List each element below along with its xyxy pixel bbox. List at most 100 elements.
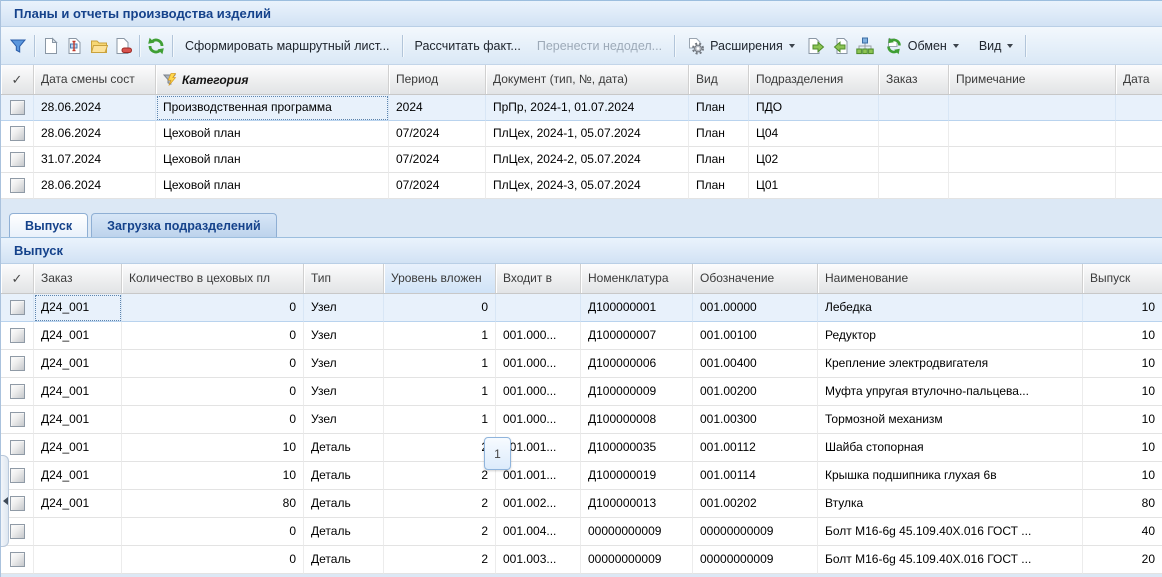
table-cell[interactable]: 10 <box>1083 434 1162 462</box>
table-cell[interactable]: Д100000007 <box>581 322 693 350</box>
table-cell[interactable]: Цеховой план <box>156 147 389 173</box>
table-row[interactable]: Д24_0010Узел1001.000...Д100000008001.003… <box>1 406 1162 434</box>
table-cell[interactable]: 07/2024 <box>389 147 486 173</box>
table-cell[interactable]: Ц04 <box>749 121 879 147</box>
table-cell[interactable] <box>949 121 1116 147</box>
table-row[interactable]: Д24_0010Узел1001.000...Д100000006001.004… <box>1 350 1162 378</box>
open-button[interactable] <box>87 33 111 59</box>
table-cell[interactable]: Крышка подшипника глухая 6в <box>818 462 1083 490</box>
exchange-button[interactable]: Обмен <box>877 33 967 59</box>
row-checkbox[interactable] <box>10 328 25 343</box>
table-cell[interactable]: 001.00202 <box>693 490 818 518</box>
table-cell[interactable]: 0 <box>122 322 304 350</box>
table-row[interactable]: Д24_0010Узел1001.000...Д100000009001.002… <box>1 378 1162 406</box>
table-cell[interactable] <box>1116 147 1162 173</box>
delete-document-button[interactable] <box>111 33 135 59</box>
table-cell[interactable]: 10 <box>1083 406 1162 434</box>
table-cell[interactable]: 001.004... <box>496 518 581 546</box>
table-cell[interactable]: Д24_001 <box>34 378 122 406</box>
column-header[interactable]: Дата <box>1116 65 1162 94</box>
filter-button[interactable] <box>6 33 30 59</box>
table-cell[interactable]: Д100000006 <box>581 350 693 378</box>
table-cell[interactable]: 001.00400 <box>693 350 818 378</box>
table-cell[interactable]: Муфта упругая втулочно-пальцева... <box>818 378 1083 406</box>
table-row[interactable]: 28.06.2024Цеховой план07/2024ПлЦех, 2024… <box>1 121 1162 147</box>
table-cell[interactable]: 001.000... <box>496 322 581 350</box>
table-cell[interactable]: Шайба стопорная <box>818 434 1083 462</box>
table-cell[interactable]: План <box>689 173 749 199</box>
table-cell[interactable]: Производственная программа <box>156 95 389 121</box>
table-row[interactable]: 0Деталь2001.003...0000000000900000000009… <box>1 546 1162 574</box>
table-cell[interactable] <box>1116 95 1162 121</box>
transfer-unfinished-button[interactable]: Перенести недодел... <box>529 33 670 59</box>
table-cell[interactable]: 2 <box>384 434 496 462</box>
table-cell[interactable]: 1 <box>384 378 496 406</box>
table-cell[interactable]: Тормозной механизм <box>818 406 1083 434</box>
table-cell[interactable] <box>879 173 949 199</box>
table-cell[interactable] <box>1116 173 1162 199</box>
table-cell[interactable]: 1 <box>384 350 496 378</box>
column-header[interactable]: Категория <box>156 65 389 94</box>
table-cell[interactable]: Д24_001 <box>34 462 122 490</box>
table-cell[interactable] <box>949 173 1116 199</box>
column-header[interactable]: Вид <box>689 65 749 94</box>
table-cell[interactable]: Втулка <box>818 490 1083 518</box>
table-cell[interactable]: Узел <box>304 378 384 406</box>
table-cell[interactable]: Д24_001 <box>34 350 122 378</box>
table-cell[interactable]: 2 <box>384 518 496 546</box>
table-row[interactable]: Д24_00110Деталь2001.001...Д100000019001.… <box>1 462 1162 490</box>
column-header[interactable]: Наименование <box>818 264 1083 293</box>
table-row[interactable]: 31.07.2024Цеховой план07/2024ПлЦех, 2024… <box>1 147 1162 173</box>
table-cell[interactable] <box>879 121 949 147</box>
table-cell[interactable]: ПлЦех, 2024-3, 05.07.2024 <box>486 173 689 199</box>
table-cell[interactable]: Болт М16-6g 45.109.40X.016 ГОСТ ... <box>818 518 1083 546</box>
column-header[interactable]: Количество в цеховых пл <box>122 264 304 293</box>
table-cell[interactable] <box>34 546 122 574</box>
table-cell[interactable]: Д24_001 <box>34 322 122 350</box>
row-checkbox[interactable] <box>10 300 25 315</box>
table-cell[interactable]: 10 <box>1083 294 1162 322</box>
table-cell[interactable]: 00000000009 <box>693 546 818 574</box>
row-checkbox[interactable] <box>10 412 25 427</box>
table-cell[interactable]: Редуктор <box>818 322 1083 350</box>
table-cell[interactable]: 2 <box>384 490 496 518</box>
table-cell[interactable]: Цеховой план <box>156 121 389 147</box>
table-cell[interactable]: 00000000009 <box>581 546 693 574</box>
table-cell[interactable]: Д100000009 <box>581 378 693 406</box>
table-cell[interactable]: 28.06.2024 <box>34 95 156 121</box>
table-row[interactable]: 28.06.2024Цеховой план07/2024ПлЦех, 2024… <box>1 173 1162 199</box>
column-header[interactable]: Уровень вложен <box>384 264 496 293</box>
table-cell[interactable]: Крепление электродвигателя <box>818 350 1083 378</box>
table-cell[interactable]: 0 <box>122 294 304 322</box>
table-cell[interactable]: 0 <box>122 350 304 378</box>
column-header[interactable]: Заказ <box>879 65 949 94</box>
table-cell[interactable]: 2 <box>384 462 496 490</box>
table-cell[interactable]: 0 <box>384 294 496 322</box>
table-cell[interactable]: Д100000001 <box>581 294 693 322</box>
table-cell[interactable]: 40 <box>1083 518 1162 546</box>
export-button[interactable] <box>803 33 828 59</box>
table-cell[interactable]: Деталь <box>304 434 384 462</box>
table-cell[interactable] <box>34 518 122 546</box>
table-row[interactable]: 0Деталь2001.004...0000000000900000000009… <box>1 518 1162 546</box>
table-cell[interactable]: 00000000009 <box>581 518 693 546</box>
extensions-button[interactable]: Расширения <box>679 33 803 59</box>
table-cell[interactable]: План <box>689 147 749 173</box>
row-checkbox[interactable] <box>10 552 25 567</box>
row-checkbox[interactable] <box>10 468 25 483</box>
row-checkbox[interactable] <box>10 100 25 115</box>
tab-zagruzka-podrazdeleniy[interactable]: Загрузка подразделений <box>91 213 277 237</box>
table-cell[interactable]: 80 <box>122 490 304 518</box>
table-cell[interactable]: 28.06.2024 <box>34 173 156 199</box>
table-cell[interactable]: Деталь <box>304 490 384 518</box>
table-cell[interactable]: 001.00300 <box>693 406 818 434</box>
column-header[interactable]: Примечание <box>949 65 1116 94</box>
table-cell[interactable]: 28.06.2024 <box>34 121 156 147</box>
tab-vypusk[interactable]: Выпуск <box>9 213 88 237</box>
table-cell[interactable]: Д100000035 <box>581 434 693 462</box>
table-cell[interactable]: 10 <box>1083 350 1162 378</box>
table-cell[interactable]: 001.00112 <box>693 434 818 462</box>
table-cell[interactable]: Узел <box>304 322 384 350</box>
table-row[interactable]: Д24_0010Узел0Д100000001001.00000Лебедка1… <box>1 294 1162 322</box>
table-cell[interactable] <box>1116 121 1162 147</box>
